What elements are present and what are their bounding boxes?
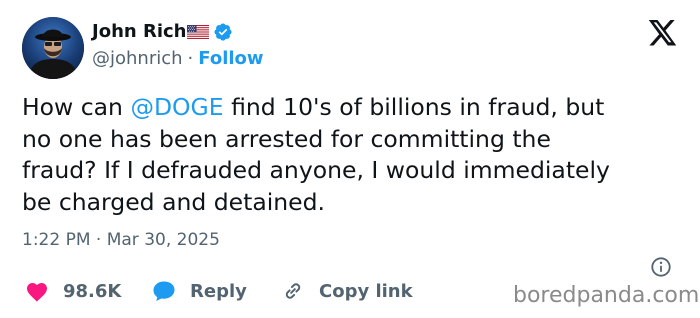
follow-button[interactable]: Follow <box>198 48 263 69</box>
link-icon <box>285 283 301 299</box>
tweet-timestamp[interactable]: 1:22 PM · Mar 30, 2025 <box>22 229 220 251</box>
handle-row: @johnrich · Follow <box>92 48 264 70</box>
x-logo-icon[interactable] <box>647 20 678 48</box>
verified-badge-icon <box>214 23 233 41</box>
author-name[interactable]: John Rich <box>92 21 186 43</box>
copy-link-button[interactable]: Copy link <box>281 278 413 304</box>
tweet-text: How can @DOGE find 10's of billions in f… <box>22 92 687 218</box>
info-icon[interactable] <box>650 256 672 278</box>
copy-link-label: Copy link <box>319 280 413 302</box>
mention-link[interactable]: @DOGE <box>130 93 223 121</box>
avatar-photo <box>22 17 84 79</box>
like-count: 98.6K <box>63 280 122 302</box>
tweet-text-before: How can <box>22 93 131 121</box>
watermark: boredpanda.com <box>513 283 700 308</box>
reply-bubble-icon <box>153 281 175 301</box>
handle-separator: · <box>187 48 194 69</box>
reply-label: Reply <box>190 280 247 302</box>
reply-button[interactable]: Reply <box>152 278 247 304</box>
avatar[interactable] <box>22 17 84 79</box>
like-button[interactable]: 98.6K <box>25 278 121 304</box>
heart-icon <box>27 283 47 302</box>
author-name-row: John Rich <box>92 20 233 44</box>
us-flag-icon <box>187 25 210 39</box>
author-handle[interactable]: @johnrich <box>92 48 183 69</box>
